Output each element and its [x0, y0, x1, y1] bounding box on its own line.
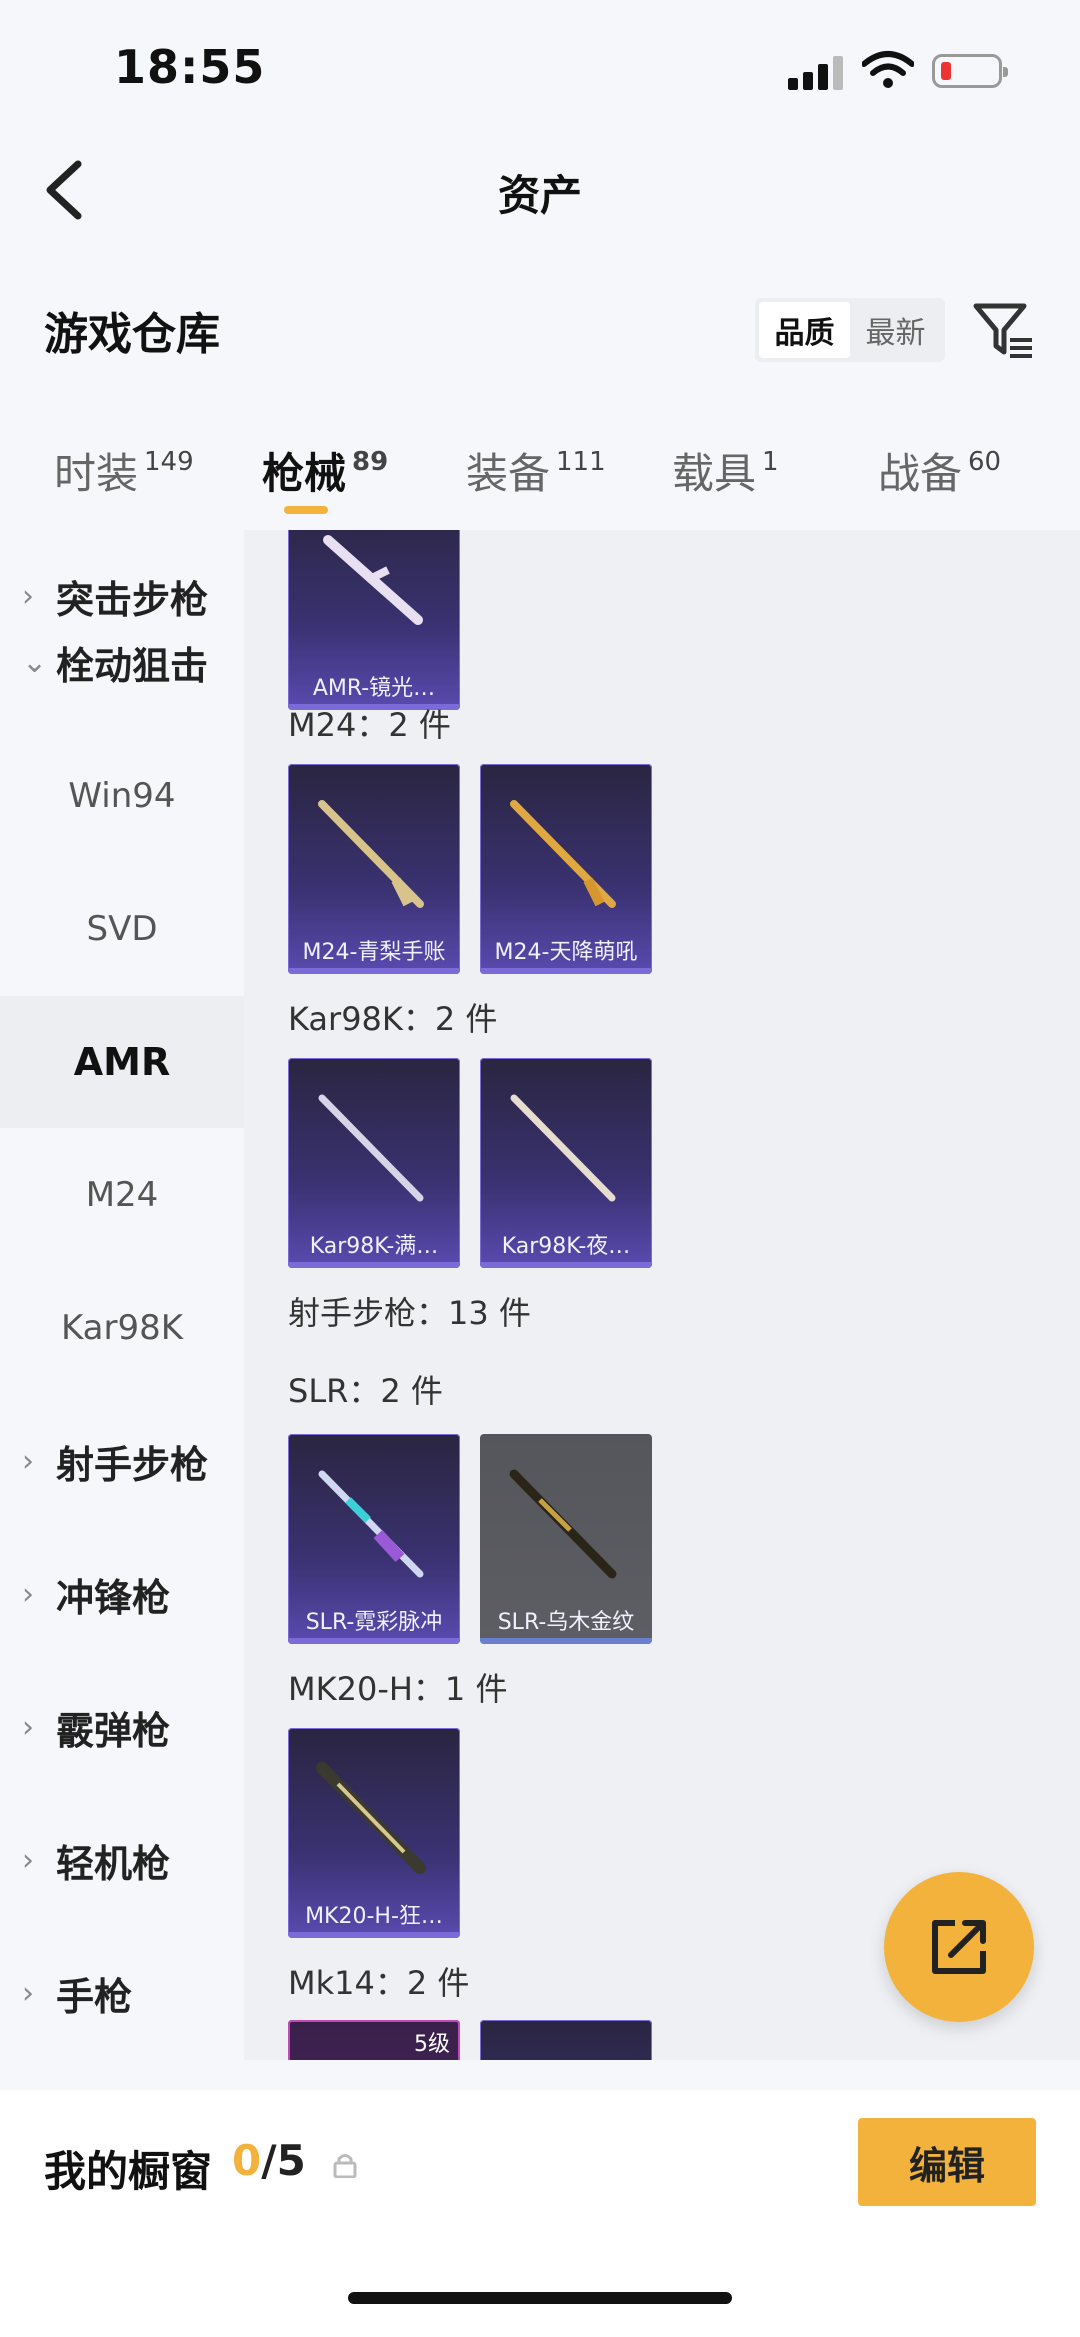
rifle-icon [316, 1762, 426, 1874]
group-label-m24: M24：2 件 [288, 706, 451, 744]
sidebar-item-smg[interactable]: › 冲锋枪 [0, 1528, 244, 1660]
section-header: 游戏仓库 品质 最新 [0, 280, 1080, 380]
sidebar-item-pistol[interactable]: › 手枪 [0, 1927, 244, 2059]
signal-icon [788, 56, 844, 90]
weapon-card[interactable]: SLR-霓彩脉冲 [288, 1434, 460, 1644]
filter-icon[interactable] [972, 300, 1034, 362]
wifi-icon [862, 51, 914, 88]
sidebar-item-m24[interactable]: M24 [0, 1129, 244, 1261]
battery-icon [932, 54, 1008, 88]
share-button[interactable] [884, 1872, 1034, 2022]
status-bar: 18:55 [0, 0, 1080, 140]
chevron-right-icon: › [22, 1443, 34, 1479]
weapon-card[interactable] [480, 2020, 652, 2060]
weapon-category-sidebar: › 突击步枪 ⌄ 栓动狙击 Win94 SVD AMR M24 Kar98K › 射手… [0, 530, 244, 2060]
weapon-card[interactable]: M24-青梨手账 [288, 764, 460, 974]
sort-quality-button[interactable]: 品质 [759, 302, 850, 358]
sidebar-item-shotgun[interactable]: › 霰弹枪 [0, 1661, 244, 1793]
sidebar-item-amr[interactable]: AMR [0, 996, 244, 1128]
rarity-bar [288, 1638, 460, 1644]
rarity-bar [288, 1262, 460, 1268]
page-title: 资产 [497, 171, 582, 220]
tab-guns[interactable]: 枪械 89 [262, 440, 388, 501]
weapon-card-name: MK20-H-狂… [305, 1904, 443, 1929]
group-label-marksman-rifle: 射手步枪：13 件 [288, 1294, 531, 1332]
sidebar-item-lmg[interactable]: › 轻机枪 [0, 1794, 244, 1926]
showcase-count: 0/5 [232, 2136, 306, 2185]
weapon-grid: AMR-镜光… M24：2 件 M24-青梨手账 M24-天降萌吼 Kar98K… [244, 530, 1080, 2060]
lock-icon [333, 2154, 357, 2178]
group-label-mk14: Mk14：2 件 [288, 1964, 470, 2002]
weapon-card-name: M24-青梨手账 [302, 940, 446, 965]
rarity-bar [288, 1932, 460, 1938]
weapon-card[interactable]: M24-天降萌吼 [480, 764, 652, 974]
chevron-right-icon: › [22, 1842, 34, 1878]
sidebar-item-marksman-rifle[interactable]: › 射手步枪 [0, 1395, 244, 1527]
rifle-icon [318, 1470, 424, 1578]
sidebar-item-kar98k[interactable]: Kar98K [0, 1262, 244, 1394]
rifle-icon [323, 535, 423, 625]
weapon-card[interactable]: Kar98K-满… [288, 1058, 460, 1268]
tab-vehicles[interactable]: 载具 1 [672, 440, 779, 501]
category-tabs: 时装 149 枪械 89 装备 111 载具 1 战备 60 [0, 420, 1080, 530]
level-badge: 5级 [414, 2032, 450, 2057]
weapon-card[interactable]: MK20-H-狂… [288, 1728, 460, 1938]
tab-supplies[interactable]: 战备 60 [878, 440, 1001, 501]
rarity-bar [480, 968, 652, 974]
sidebar-item-bolt-sniper[interactable]: ⌄ 栓动狙击 [0, 596, 244, 728]
chevron-right-icon: › [22, 1576, 34, 1612]
weapon-card-name: M24-天降萌吼 [494, 940, 638, 965]
status-time: 18:55 [114, 40, 266, 94]
sidebar-item-win94[interactable]: Win94 [0, 730, 244, 862]
weapon-card-name: AMR-镜光… [312, 676, 436, 701]
chevron-right-icon: › [22, 1975, 34, 2011]
chevron-down-icon: ⌄ [22, 644, 48, 680]
weapon-card[interactable]: SLR-乌木金纹 [480, 1434, 652, 1644]
rifle-icon [509, 1469, 617, 1579]
rarity-bar [480, 1262, 652, 1268]
rarity-bar [288, 968, 460, 974]
weapon-card-name: Kar98K-夜… [501, 1234, 631, 1259]
edit-button[interactable]: 编辑 [858, 2118, 1036, 2206]
sort-latest-button[interactable]: 最新 [850, 302, 941, 358]
rarity-bar [480, 1638, 652, 1644]
sort-segment: 品质 最新 [755, 298, 945, 362]
group-label-mk20h: MK20-H：1 件 [288, 1670, 508, 1708]
rifle-icon [318, 800, 424, 908]
chevron-right-icon: › [22, 1709, 34, 1745]
section-title: 游戏仓库 [44, 309, 220, 360]
showcase-label: 我的橱窗 [44, 2147, 213, 2196]
tab-fashion[interactable]: 时装 149 [54, 440, 194, 501]
group-label-kar98k: Kar98K：2 件 [288, 1000, 498, 1038]
group-label-slr: SLR：2 件 [288, 1372, 443, 1410]
rifle-icon [510, 800, 616, 908]
nav-bar: 资产 [0, 140, 1080, 240]
weapon-card-name: SLR-乌木金纹 [497, 1610, 635, 1635]
active-tab-indicator [284, 506, 328, 514]
weapon-card-name: Kar98K-满… [309, 1234, 439, 1259]
tab-equipment[interactable]: 装备 111 [466, 440, 606, 501]
sidebar-item-svd[interactable]: SVD [0, 863, 244, 995]
weapon-card[interactable]: 5级 [288, 2020, 460, 2060]
weapon-card-name: SLR-霓彩脉冲 [305, 1610, 443, 1635]
home-indicator [348, 2292, 732, 2304]
weapon-card[interactable]: Kar98K-夜… [480, 1058, 652, 1268]
share-icon [932, 1920, 986, 1974]
rifle-icon [510, 1094, 616, 1202]
weapon-card[interactable]: AMR-镜光… [288, 530, 460, 710]
rifle-icon [318, 1094, 424, 1202]
